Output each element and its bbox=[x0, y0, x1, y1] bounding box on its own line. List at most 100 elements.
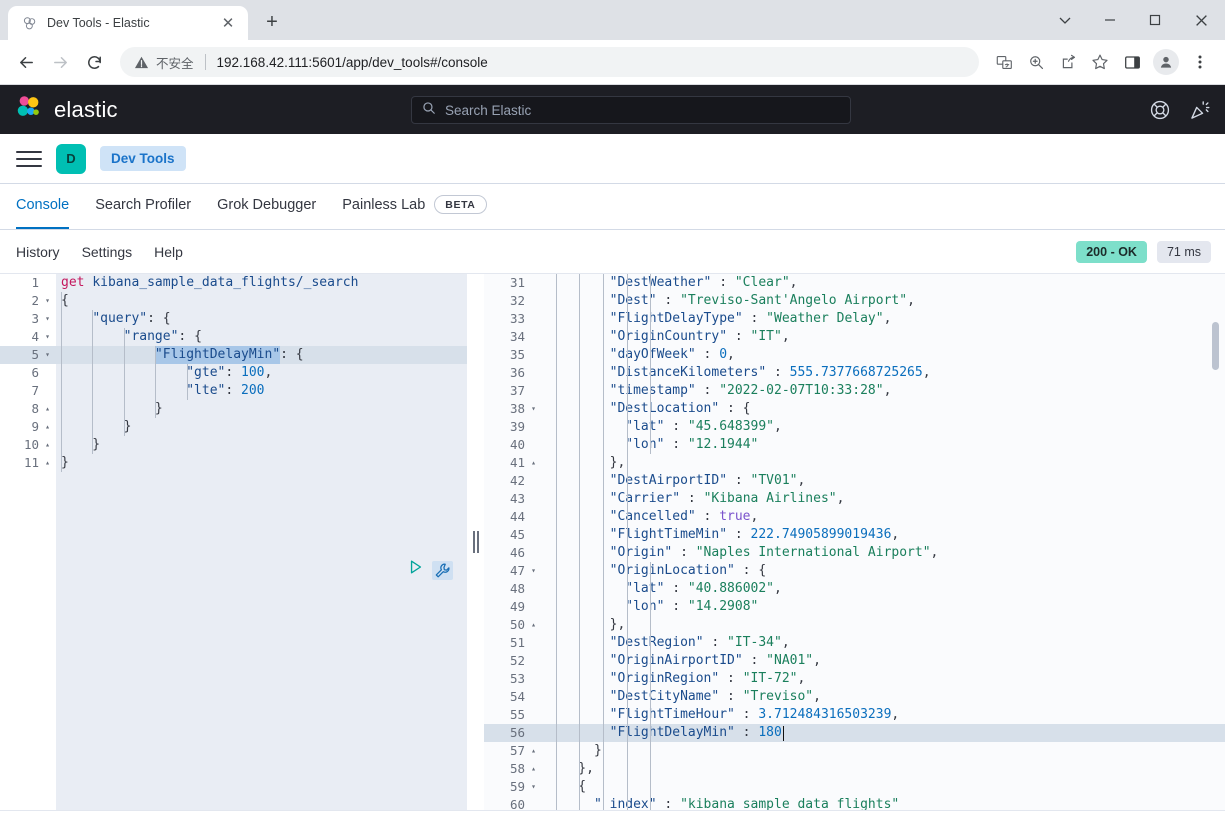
request-editor-pane[interactable]: 1 get kibana_sample_data_flights/_search 2… bbox=[0, 274, 467, 810]
hamburger-menu-icon[interactable] bbox=[16, 149, 42, 169]
request-editor-row[interactable]: 1 get kibana_sample_data_flights/_search bbox=[0, 274, 467, 292]
response-output-row[interactable]: 33 "FlightDelayType" : "Weather Delay", bbox=[484, 310, 1225, 328]
tab-search-profiler[interactable]: Search Profiler bbox=[95, 184, 191, 229]
output-scrollbar-track[interactable] bbox=[1212, 274, 1222, 810]
bookmark-star-icon[interactable] bbox=[1085, 47, 1115, 77]
response-output-row[interactable]: 45 "FlightTimeMin" : 222.74905899019436, bbox=[484, 526, 1225, 544]
response-output-fold-toggle[interactable]: ▾ bbox=[529, 778, 538, 796]
response-output-row[interactable]: 58 ▴ }, bbox=[484, 760, 1225, 778]
response-output-row[interactable]: 36 "DistanceKilometers" : 555.7377668725… bbox=[484, 364, 1225, 382]
request-editor-fold-toggle[interactable]: ▾ bbox=[43, 310, 52, 328]
response-output-row[interactable]: 38 ▾ "DestLocation" : { bbox=[484, 400, 1225, 418]
zoom-icon[interactable] bbox=[1021, 47, 1051, 77]
translate-icon[interactable] bbox=[989, 47, 1019, 77]
request-editor-fold-toggle[interactable]: ▴ bbox=[43, 436, 52, 454]
request-editor-line-content: } bbox=[56, 418, 467, 436]
response-output-fold-toggle[interactable]: ▾ bbox=[529, 562, 538, 580]
response-output-fold-toggle[interactable]: ▴ bbox=[529, 454, 538, 472]
response-output-row[interactable]: 48 "lat" : "40.886002", bbox=[484, 580, 1225, 598]
reload-button[interactable] bbox=[78, 46, 110, 78]
tab-grok-debugger[interactable]: Grok Debugger bbox=[217, 184, 316, 229]
request-editor-row[interactable]: 8 ▴ } bbox=[0, 400, 467, 418]
request-editor-line-content: "FlightDelayMin": { bbox=[56, 346, 467, 364]
tab-search-chevron-icon[interactable] bbox=[1042, 0, 1087, 40]
response-output-row[interactable]: 34 "OriginCountry" : "IT", bbox=[484, 328, 1225, 346]
breadcrumb-dev-tools[interactable]: Dev Tools bbox=[100, 146, 186, 171]
request-editor-row[interactable]: 10 ▴ } bbox=[0, 436, 467, 454]
request-editor-gutter: 2 ▾ bbox=[0, 292, 56, 310]
response-output-row[interactable]: 47 ▾ "OriginLocation" : { bbox=[484, 562, 1225, 580]
side-panel-icon[interactable] bbox=[1117, 47, 1147, 77]
maximize-window-button[interactable] bbox=[1132, 0, 1177, 40]
request-options-icon[interactable] bbox=[432, 560, 453, 580]
news-feed-icon[interactable] bbox=[1189, 99, 1211, 121]
request-editor-fold-toggle[interactable]: ▾ bbox=[43, 346, 52, 364]
response-output-row[interactable]: 57 ▴ } bbox=[484, 742, 1225, 760]
response-output-row[interactable]: 60 "_index" : "kibana_sample_data_flight… bbox=[484, 796, 1225, 810]
response-output-row[interactable]: 50 ▴ }, bbox=[484, 616, 1225, 634]
response-output-row[interactable]: 54 "DestCityName" : "Treviso", bbox=[484, 688, 1225, 706]
forward-button[interactable] bbox=[44, 46, 76, 78]
response-output-row[interactable]: 46 "Origin" : "Naples International Airp… bbox=[484, 544, 1225, 562]
share-icon[interactable] bbox=[1053, 47, 1083, 77]
request-editor-fold-toggle[interactable]: ▴ bbox=[43, 400, 52, 418]
elastic-brand[interactable]: elastic bbox=[14, 92, 118, 127]
request-editor-fold-toggle[interactable]: ▾ bbox=[43, 292, 52, 310]
request-editor-row[interactable]: 4 ▾ "range": { bbox=[0, 328, 467, 346]
tab-console[interactable]: Console bbox=[16, 184, 70, 229]
request-editor-row[interactable]: 5 ▾ "FlightDelayMin": { bbox=[0, 346, 467, 364]
search-input[interactable]: Search Elastic bbox=[411, 96, 851, 124]
response-output-fold-toggle[interactable]: ▾ bbox=[529, 400, 538, 418]
response-output-row[interactable]: 37 "timestamp" : "2022-02-07T10:33:28", bbox=[484, 382, 1225, 400]
tab-painless-lab[interactable]: Painless Lab BETA bbox=[342, 184, 487, 229]
minimize-window-button[interactable] bbox=[1087, 0, 1132, 40]
response-output-row[interactable]: 40 "lon" : "12.1944" bbox=[484, 436, 1225, 454]
help-ring-icon[interactable] bbox=[1149, 99, 1171, 121]
profile-avatar-icon[interactable] bbox=[1153, 49, 1179, 75]
browser-tab[interactable]: Dev Tools - Elastic ✕ bbox=[8, 6, 248, 40]
request-editor-line-number: 7 bbox=[31, 383, 39, 398]
request-editor-row[interactable]: 7 "lte": 200 bbox=[0, 382, 467, 400]
response-output-row[interactable]: 43 "Carrier" : "Kibana Airlines", bbox=[484, 490, 1225, 508]
response-output-fold-toggle[interactable]: ▴ bbox=[529, 616, 538, 634]
response-output-row[interactable]: 39 "lat" : "45.648399", bbox=[484, 418, 1225, 436]
console-menu-history[interactable]: History bbox=[16, 244, 60, 260]
request-editor-row[interactable]: 3 ▾ "query": { bbox=[0, 310, 467, 328]
warning-triangle-icon bbox=[134, 55, 149, 70]
response-output-row[interactable]: 55 "FlightTimeHour" : 3.712484316503239, bbox=[484, 706, 1225, 724]
more-menu-icon[interactable] bbox=[1185, 47, 1215, 77]
back-button[interactable] bbox=[10, 46, 42, 78]
run-request-icon[interactable] bbox=[408, 559, 424, 581]
response-output-row[interactable]: 44 "Cancelled" : true, bbox=[484, 508, 1225, 526]
request-editor-row[interactable]: 2 ▾{ bbox=[0, 292, 467, 310]
request-editor-fold-toggle[interactable]: ▴ bbox=[43, 418, 52, 436]
response-output-row[interactable]: 42 "DestAirportID" : "TV01", bbox=[484, 472, 1225, 490]
request-editor-fold-toggle[interactable]: ▾ bbox=[43, 328, 52, 346]
response-output-row[interactable]: 49 "lon" : "14.2908" bbox=[484, 598, 1225, 616]
response-output-pane[interactable]: 31 "DestWeather" : "Clear", 32 "Dest" : "… bbox=[484, 274, 1225, 810]
space-avatar[interactable]: D bbox=[56, 143, 86, 174]
response-output-row[interactable]: 41 ▴ }, bbox=[484, 454, 1225, 472]
response-output-row[interactable]: 31 "DestWeather" : "Clear", bbox=[484, 274, 1225, 292]
response-output-row[interactable]: 35 "dayOfWeek" : 0, bbox=[484, 346, 1225, 364]
response-output-row[interactable]: 51 "DestRegion" : "IT-34", bbox=[484, 634, 1225, 652]
pane-resize-handle[interactable] bbox=[467, 274, 484, 810]
response-output-fold-toggle[interactable]: ▴ bbox=[529, 760, 538, 778]
response-output-row[interactable]: 59 ▾ { bbox=[484, 778, 1225, 796]
response-output-row[interactable]: 56 "FlightDelayMin" : 180 bbox=[484, 724, 1225, 742]
new-tab-button[interactable]: + bbox=[256, 6, 288, 38]
console-menu-help[interactable]: Help bbox=[154, 244, 183, 260]
close-window-button[interactable] bbox=[1177, 0, 1225, 40]
address-bar[interactable]: 不安全 192.168.42.111:5601/app/dev_tools#/c… bbox=[120, 47, 979, 77]
response-output-row[interactable]: 52 "OriginAirportID" : "NA01", bbox=[484, 652, 1225, 670]
console-menu-settings[interactable]: Settings bbox=[82, 244, 133, 260]
response-output-row[interactable]: 53 "OriginRegion" : "IT-72", bbox=[484, 670, 1225, 688]
request-editor-fold-toggle[interactable]: ▴ bbox=[43, 454, 52, 472]
response-output-fold-toggle[interactable]: ▴ bbox=[529, 742, 538, 760]
request-editor-row[interactable]: 9 ▴ } bbox=[0, 418, 467, 436]
request-editor-row[interactable]: 6 "gte": 100, bbox=[0, 364, 467, 382]
request-editor-row[interactable]: 11 ▴} bbox=[0, 454, 467, 472]
close-tab-icon[interactable]: ✕ bbox=[218, 13, 238, 33]
output-scrollbar-thumb[interactable] bbox=[1212, 322, 1219, 370]
response-output-row[interactable]: 32 "Dest" : "Treviso-Sant'Angelo Airport… bbox=[484, 292, 1225, 310]
